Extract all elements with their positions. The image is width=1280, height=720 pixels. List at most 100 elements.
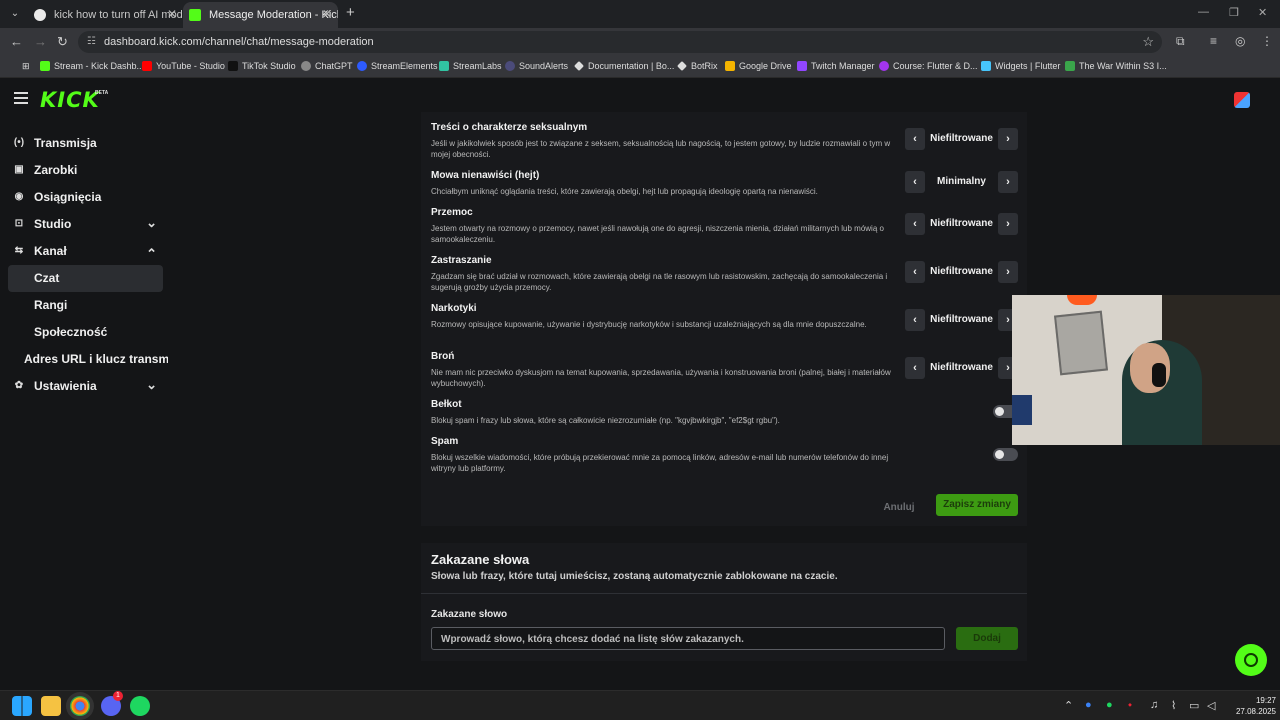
tray-recorder-icon[interactable]: ⬩ <box>1128 699 1132 712</box>
bookmark-star-icon[interactable]: ☆ <box>1142 34 1154 50</box>
bookmark-chatgpt[interactable]: ChatGPT <box>301 61 353 71</box>
bookmark-streamlabs[interactable]: StreamLabs <box>439 61 502 71</box>
bookmark-course-flutter[interactable]: Course: Flutter & D... <box>879 61 978 71</box>
bookmark-widgets-flutter[interactable]: Widgets | Flutter <box>981 61 1060 71</box>
reload-icon[interactable]: ↻ <box>57 34 68 50</box>
file-explorer-icon[interactable] <box>41 696 61 716</box>
sidebar-item-czat[interactable]: Czat <box>8 265 163 292</box>
microphone-icon[interactable]: ⌇ <box>1171 699 1176 712</box>
chevron-right-icon[interactable]: › <box>998 213 1018 235</box>
clock-time: 19:27 <box>1255 696 1276 705</box>
bookmark-twitch-manager[interactable]: Twitch Manager <box>797 61 875 71</box>
category-description: Zgadzam się brać udział w rozmowach, któ… <box>431 272 888 292</box>
webcam-headset <box>1152 363 1166 387</box>
category-description: Rozmowy opisujące kupowanie, używanie i … <box>431 320 867 329</box>
extensions-icon[interactable]: ⧉ <box>1176 34 1185 49</box>
bookmark-soundalerts[interactable]: SoundAlerts <box>505 61 568 71</box>
chevron-right-icon[interactable]: › <box>998 128 1018 150</box>
bookmark-war-within[interactable]: The War Within S3 I... <box>1065 61 1167 71</box>
sidebar-item-zarobki[interactable]: ▣ Zarobki <box>8 157 163 184</box>
close-tab-icon[interactable]: ✕ <box>167 7 177 21</box>
spam-toggle-switch[interactable] <box>993 448 1018 461</box>
hamburger-menu-icon[interactable] <box>14 92 28 104</box>
chevron-left-icon[interactable]: ‹ <box>905 213 925 235</box>
profile-icon[interactable]: ◎ <box>1235 34 1245 48</box>
sidebar-item-transmisja[interactable]: (•) Transmisja <box>8 130 163 157</box>
headset-icon[interactable]: ♫ <box>1150 699 1158 711</box>
help-chat-icon[interactable] <box>1235 644 1267 676</box>
url-text: dashboard.kick.com/channel/chat/message-… <box>104 36 374 48</box>
new-tab-button[interactable]: + <box>346 4 355 21</box>
url-bar[interactable]: ☷ dashboard.kick.com/channel/chat/messag… <box>78 31 1162 53</box>
add-word-button[interactable]: Dodaj <box>956 627 1018 650</box>
chevron-left-icon[interactable]: ‹ <box>905 171 925 193</box>
maximize-icon[interactable]: ❐ <box>1229 6 1239 19</box>
apps-icon[interactable]: ⊞ <box>8 61 30 72</box>
close-tab-icon[interactable]: ✕ <box>322 7 332 21</box>
tray-overflow-icon[interactable]: ⌃ <box>1064 699 1073 712</box>
sidebar-item-rangi[interactable]: Rangi <box>8 292 163 319</box>
back-icon[interactable]: ← <box>10 34 23 49</box>
windows-start-icon[interactable] <box>12 696 32 716</box>
category-title: Treści o charakterze seksualnym <box>431 122 588 133</box>
toggle-gibberish: Bełkot Blokuj spam i frazy lub słowa, kt… <box>431 399 901 426</box>
bookmark-streamelements[interactable]: StreamElements <box>357 61 438 71</box>
chevron-up-icon[interactable]: ⌃ <box>146 246 157 262</box>
chevron-right-icon[interactable]: › <box>998 171 1018 193</box>
webcam-overlay <box>1012 295 1280 445</box>
category-description: Jeśli w jakikolwiek sposób jest to związ… <box>431 139 891 159</box>
chevron-left-icon[interactable]: ‹ <box>905 128 925 150</box>
sidebar-item-osiagniecia[interactable]: ◉ Osiągnięcia <box>8 184 163 211</box>
browser-tab-2[interactable]: Message Moderation - Kick Da ✕ <box>183 2 338 28</box>
sidebar-item-kanal[interactable]: ⇆ Kanał ⌃ <box>8 238 163 265</box>
sidebar-item-ustawienia[interactable]: ✿ Ustawienia ⌄ <box>8 373 163 400</box>
chevron-left-icon[interactable]: ‹ <box>905 309 925 331</box>
cancel-button[interactable]: Anuluj <box>878 498 920 518</box>
banned-word-input[interactable]: Wprowadź słowo, którą chcesz dodać na li… <box>431 627 945 650</box>
category-title: Zastraszanie <box>431 255 492 266</box>
sidebar-item-stream-url[interactable]: Adres URL i klucz transmisj <box>8 346 168 373</box>
tray-spotify-icon[interactable]: ● <box>1106 699 1113 711</box>
kick-logo[interactable]: KICK <box>40 88 100 112</box>
discord-icon[interactable]: 1 <box>101 691 123 716</box>
network-icon[interactable]: ▭ <box>1189 699 1199 712</box>
banned-words-title: Zakazane słowa <box>431 552 530 567</box>
bookmarks-bar: ⊞ Stream - Kick Dashb... YouTube - Studi… <box>0 56 1280 78</box>
chrome-icon[interactable] <box>70 696 90 716</box>
category-weapons: Broń Nie mam nic przeciwko dyskusjom na … <box>431 351 901 389</box>
site-info-icon[interactable]: ☷ <box>87 36 96 47</box>
channel-icon: ⇆ <box>14 245 24 256</box>
bookmark-kick[interactable]: Stream - Kick Dashb... <box>40 61 144 71</box>
bookmark-google-drive[interactable]: Google Drive <box>725 61 792 71</box>
toggle-title: Bełkot <box>431 399 462 410</box>
close-window-icon[interactable]: ✕ <box>1258 6 1267 19</box>
category-title: Broń <box>431 351 455 362</box>
chevron-down-icon[interactable]: ⌄ <box>146 377 157 393</box>
chevron-down-icon[interactable]: ⌄ <box>146 215 157 231</box>
youtube-icon <box>142 61 152 71</box>
sidebar-item-studio[interactable]: ⊡ Studio ⌄ <box>8 211 163 238</box>
browser-tab-1[interactable]: kick how to turn off AI mod - S ✕ <box>28 2 183 28</box>
sidebar-item-spolecznosc[interactable]: Społeczność <box>8 319 163 346</box>
bookmark-botrix[interactable]: BotRix <box>677 61 718 71</box>
chevron-left-icon[interactable]: ‹ <box>905 357 925 379</box>
avatar[interactable] <box>1234 92 1250 108</box>
tab-search-icon[interactable]: ⌄ <box>6 5 24 23</box>
bookmark-tiktok[interactable]: TikTok Studio <box>228 61 296 71</box>
bookmark-youtube[interactable]: YouTube - Studio <box>142 61 225 71</box>
save-button[interactable]: Zapisz zmiany <box>936 494 1018 516</box>
menu-dots-icon[interactable]: ⋮ <box>1261 34 1273 48</box>
volume-icon[interactable]: ◁ <box>1207 699 1215 712</box>
tray-app-icon[interactable]: ● <box>1085 699 1092 711</box>
level-value: Niefiltrowane <box>930 218 993 229</box>
chevron-left-icon[interactable]: ‹ <box>905 261 925 283</box>
chevron-right-icon[interactable]: › <box>998 261 1018 283</box>
bookmark-documentation[interactable]: Documentation | Bo... <box>574 61 674 71</box>
minimize-icon[interactable]: — <box>1198 6 1209 18</box>
browser-tab-bar: ⌄ kick how to turn off AI mod - S ✕ Mess… <box>0 0 1280 28</box>
level-value: Minimalny <box>937 176 986 187</box>
system-clock[interactable]: 19:27 27.08.2025 <box>1226 695 1276 717</box>
spotify-icon[interactable] <box>130 696 150 716</box>
forward-icon[interactable]: → <box>34 34 47 49</box>
media-icon[interactable]: ≡ <box>1210 34 1217 48</box>
